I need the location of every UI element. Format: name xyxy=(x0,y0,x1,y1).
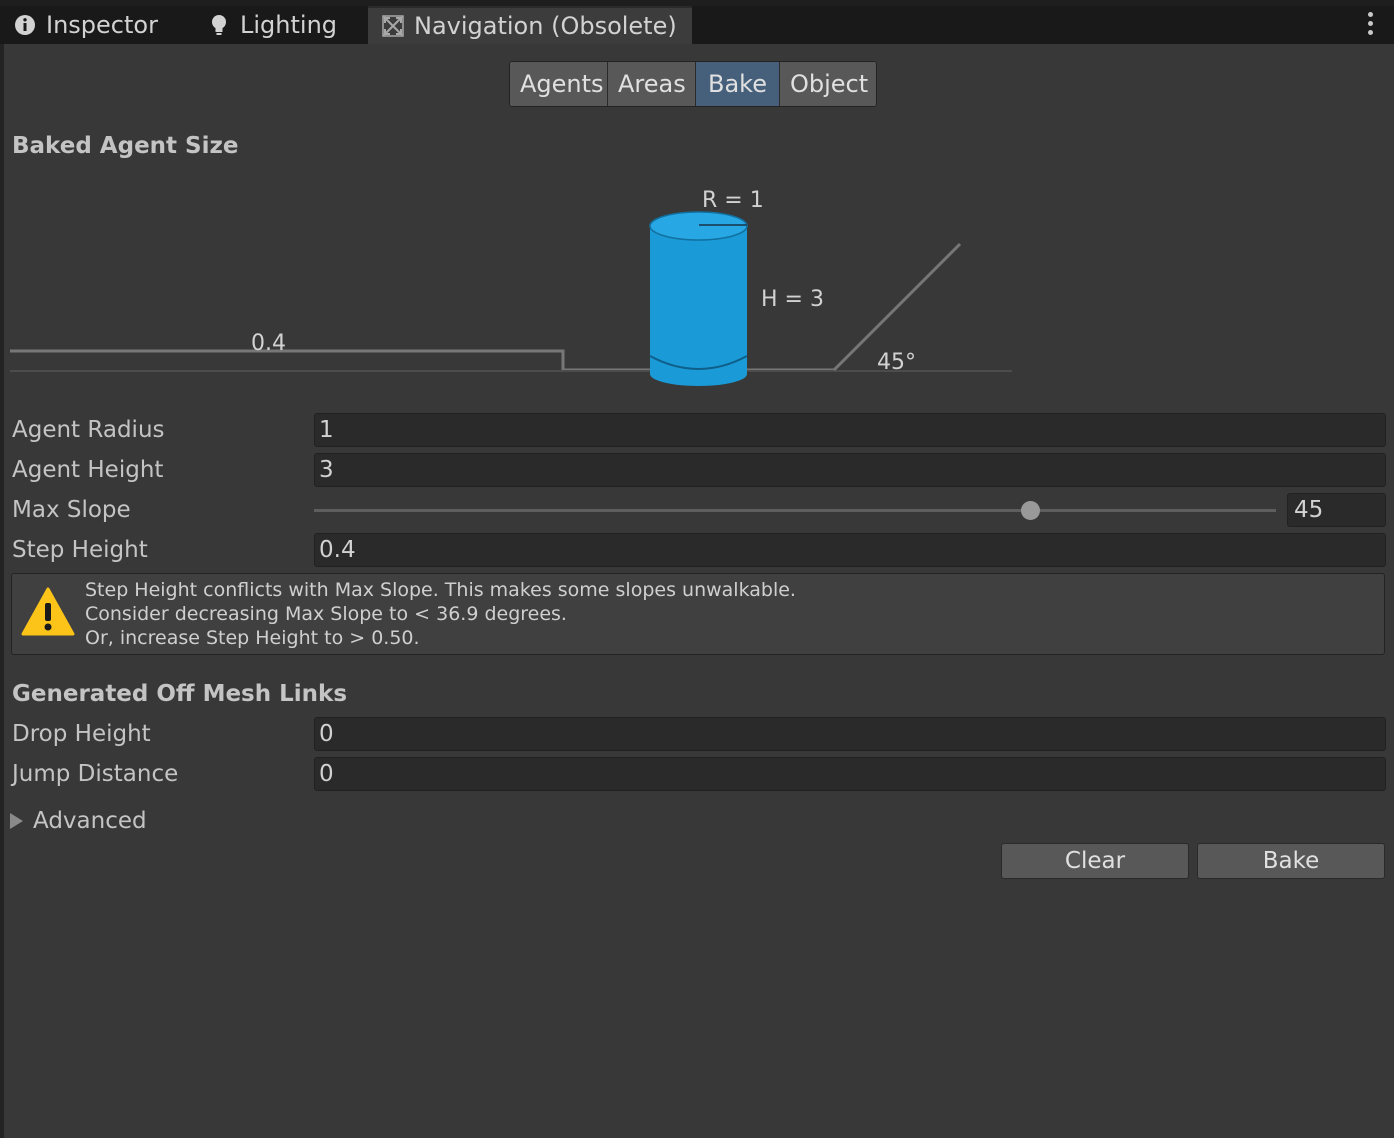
window-tab-bar: Inspector Lighting Navigation (Obsolete) xyxy=(0,0,1394,44)
tab-navigation-label: Navigation (Obsolete) xyxy=(414,12,677,40)
height-label: H = 3 xyxy=(761,287,824,312)
agent-height-field[interactable]: 3 xyxy=(314,453,1386,487)
step-height-field[interactable]: 0.4 xyxy=(314,533,1386,567)
warning-message: Step Height conflicts with Max Slope. Th… xyxy=(85,578,796,650)
agent-radius-field[interactable]: 1 xyxy=(314,413,1386,447)
jump-distance-label: Jump Distance xyxy=(12,761,179,787)
foldout-arrow-icon xyxy=(10,813,23,829)
tab-lighting[interactable]: Lighting xyxy=(208,6,358,44)
agent-radius-label: Agent Radius xyxy=(12,417,165,443)
off-mesh-links-title: Generated Off Mesh Links xyxy=(12,681,348,707)
warning-icon xyxy=(21,587,75,636)
step-label: 0.4 xyxy=(251,331,286,356)
step-height-label: Step Height xyxy=(12,537,148,563)
navigation-icon xyxy=(382,15,404,37)
navigation-mode-toolbar: Agents Areas Bake Object xyxy=(509,61,877,107)
agent-size-diagram: R = 1 H = 3 0.4 45° xyxy=(10,188,1012,386)
toolbar-object[interactable]: Object xyxy=(780,62,876,106)
drop-height-label: Drop Height xyxy=(12,721,151,747)
window-menu-kebab-icon[interactable] xyxy=(1368,12,1374,36)
warning-line: Consider decreasing Max Slope to < 36.9 … xyxy=(85,603,567,625)
advanced-label: Advanced xyxy=(33,808,147,834)
tab-inspector[interactable]: Inspector xyxy=(14,6,189,44)
max-slope-label: Max Slope xyxy=(12,497,131,523)
lightbulb-icon xyxy=(212,15,226,35)
agent-cylinder xyxy=(649,211,748,386)
tab-navigation[interactable]: Navigation (Obsolete) xyxy=(368,6,692,44)
agent-height-label: Agent Height xyxy=(12,457,164,483)
warning-line: Or, increase Step Height to > 0.50. xyxy=(85,627,420,649)
max-slope-slider-thumb[interactable] xyxy=(1021,501,1040,520)
tab-inspector-label: Inspector xyxy=(46,11,158,39)
tab-lighting-label: Lighting xyxy=(240,11,338,39)
toolbar-areas[interactable]: Areas xyxy=(608,62,696,106)
max-slope-field[interactable]: 45 xyxy=(1287,493,1386,527)
toolbar-bake[interactable]: Bake xyxy=(696,62,780,106)
toolbar-agents[interactable]: Agents xyxy=(510,62,608,106)
radius-label: R = 1 xyxy=(702,188,764,213)
clear-button[interactable]: Clear xyxy=(1001,843,1189,879)
drop-height-field[interactable]: 0 xyxy=(314,717,1386,751)
baked-agent-size-title: Baked Agent Size xyxy=(12,133,239,159)
warning-line: Step Height conflicts with Max Slope. Th… xyxy=(85,579,796,601)
slope-label: 45° xyxy=(877,350,916,375)
step-height-warning: Step Height conflicts with Max Slope. Th… xyxy=(11,573,1385,655)
max-slope-slider-track[interactable] xyxy=(314,509,1276,512)
bake-button[interactable]: Bake xyxy=(1197,843,1385,879)
info-icon xyxy=(15,15,35,35)
jump-distance-field[interactable]: 0 xyxy=(314,757,1386,791)
advanced-foldout[interactable]: Advanced xyxy=(10,808,147,834)
